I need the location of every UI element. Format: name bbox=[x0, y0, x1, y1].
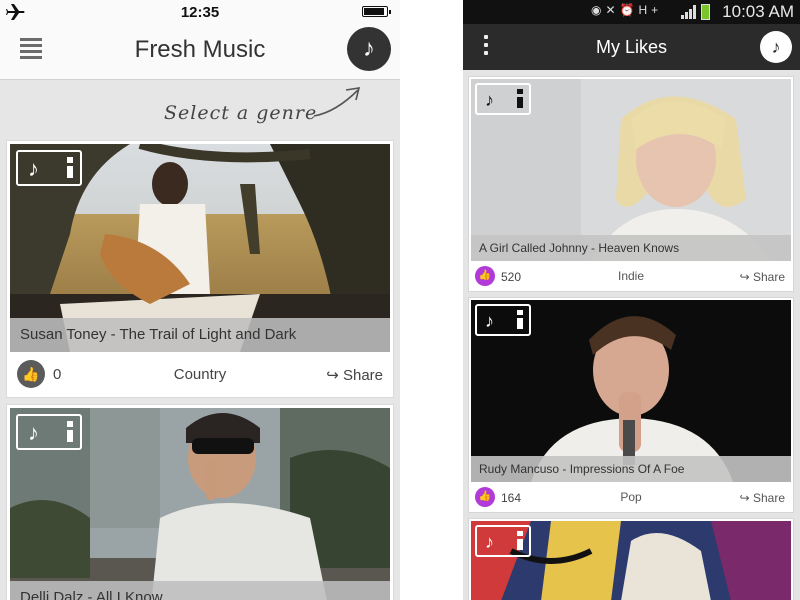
video-thumbnail[interactable]: ♪ Rudy Mancuso - Impressions Of A Foe bbox=[471, 300, 791, 482]
music-note-button[interactable]: ♪ bbox=[347, 27, 391, 71]
video-caption: Susan Toney - The Trail of Light and Dar… bbox=[10, 318, 390, 352]
music-video-badge: ♪ bbox=[475, 304, 531, 336]
app-header: Fresh Music ♪ bbox=[0, 24, 400, 80]
signal-strength-icon bbox=[681, 5, 696, 19]
network-type: H+ bbox=[638, 3, 663, 17]
share-arrow-icon: ↪ bbox=[739, 491, 750, 505]
share-button[interactable]: ↪ Share bbox=[740, 270, 785, 284]
left-phone-screen: 12:35 Fresh Music ♪ Select a genre ♪ Sus… bbox=[0, 0, 400, 600]
music-video-badge: ♪ bbox=[16, 150, 82, 186]
status-time: 10:03 AM bbox=[722, 2, 794, 21]
share-arrow-icon: ↪ bbox=[739, 270, 750, 284]
status-time: 12:35 bbox=[180, 4, 220, 21]
video-thumbnail[interactable]: ♪ Susan Toney - The Trail of Light and D… bbox=[10, 144, 390, 352]
eye-icon: ◉ bbox=[591, 3, 606, 17]
info-icon bbox=[516, 531, 524, 551]
battery-icon bbox=[362, 6, 391, 17]
share-arrow-icon: ↪ bbox=[326, 367, 339, 384]
ios-status-bar: 12:35 bbox=[0, 0, 400, 24]
video-caption: A Girl Called Johnny - Heaven Knows bbox=[471, 235, 791, 261]
music-note-button[interactable]: ♪ bbox=[760, 31, 792, 63]
info-icon bbox=[516, 310, 524, 330]
page-title: Fresh Music bbox=[134, 36, 266, 63]
music-note-icon: ♪ bbox=[485, 532, 494, 552]
mute-icon: ✕ bbox=[605, 3, 620, 17]
card-actions: 👍 520 Indie ↪ Share bbox=[469, 261, 793, 293]
card-actions: 👍 164 Pop ↪ Share bbox=[469, 482, 793, 514]
music-note-icon: ♪ bbox=[485, 311, 494, 331]
battery-icon bbox=[701, 4, 710, 20]
music-note-icon: ♪ bbox=[485, 90, 494, 110]
share-button[interactable]: ↪ Share bbox=[326, 366, 383, 384]
right-phone-screen: ◉✕⏰H+ 10:03 AM My Likes ♪ ♪ A Girl Calle… bbox=[463, 0, 800, 600]
video-thumbnail[interactable]: ♪ bbox=[471, 521, 791, 600]
share-button[interactable]: ↪ Share bbox=[740, 491, 785, 505]
music-note-icon: ♪ bbox=[28, 420, 39, 445]
music-note-icon: ♪ bbox=[28, 156, 39, 181]
video-caption: Rudy Mancuso - Impressions Of A Foe bbox=[471, 456, 791, 482]
alarm-icon: ⏰ bbox=[619, 3, 639, 17]
arrow-up-right-icon bbox=[313, 87, 361, 117]
info-icon bbox=[66, 157, 74, 179]
share-label: Share bbox=[342, 367, 383, 384]
video-card[interactable]: ♪ A Girl Called Johnny - Heaven Knows 👍 … bbox=[468, 76, 794, 292]
video-card[interactable]: ♪ Susan Toney - The Trail of Light and D… bbox=[6, 140, 394, 398]
video-card[interactable]: ♪ Delli Dalz - All I Know bbox=[6, 404, 394, 600]
video-card[interactable]: ♪ Rudy Mancuso - Impressions Of A Foe 👍 … bbox=[468, 297, 794, 513]
video-card[interactable]: ♪ bbox=[468, 518, 794, 600]
music-video-badge: ♪ bbox=[16, 414, 82, 450]
video-caption: Delli Dalz - All I Know bbox=[10, 581, 390, 600]
music-video-badge: ♪ bbox=[475, 525, 531, 557]
share-label: Share bbox=[752, 491, 785, 505]
share-label: Share bbox=[752, 270, 785, 284]
music-video-badge: ♪ bbox=[475, 83, 531, 115]
android-status-bar: ◉✕⏰H+ 10:03 AM bbox=[463, 0, 800, 24]
video-thumbnail[interactable]: ♪ A Girl Called Johnny - Heaven Knows bbox=[471, 79, 791, 261]
app-header: My Likes ♪ bbox=[463, 24, 800, 70]
info-icon bbox=[66, 421, 74, 443]
select-genre-prompt[interactable]: Select a genre bbox=[164, 102, 317, 124]
info-icon bbox=[516, 89, 524, 109]
status-icons: ◉✕⏰H+ bbox=[591, 3, 662, 17]
card-actions: 👍 0 Country ↪ Share bbox=[7, 354, 393, 396]
video-thumbnail[interactable]: ♪ Delli Dalz - All I Know bbox=[10, 408, 390, 600]
page-title: My Likes bbox=[595, 37, 667, 57]
